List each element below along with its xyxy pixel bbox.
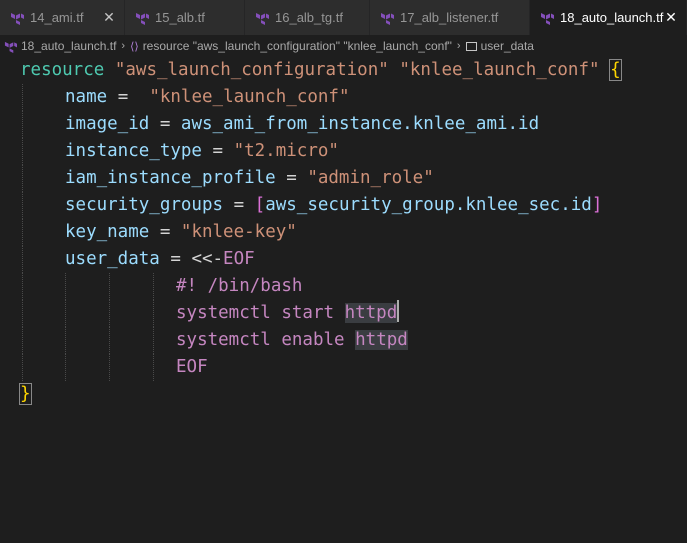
heredoc-operator: <<- bbox=[191, 249, 224, 269]
heredoc-content: #! /bin/bash bbox=[176, 276, 303, 296]
tab-14-ami[interactable]: 14_ami.tf ✕ bbox=[0, 0, 125, 35]
attribute: image_id bbox=[65, 114, 150, 134]
code-line-3: image_id = aws_ami_from_instance.knlee_a… bbox=[0, 111, 687, 138]
code-line-1: resource "aws_launch_configuration" "knl… bbox=[0, 57, 687, 84]
heredoc-end-tag: EOF bbox=[176, 357, 208, 377]
string: "admin_role" bbox=[307, 168, 434, 188]
breadcrumb-property-label: user_data bbox=[480, 39, 534, 53]
highlighted-word: httpd bbox=[355, 330, 408, 350]
code-line-2: name = "knlee_launch_conf" bbox=[0, 84, 687, 111]
keyword: resource bbox=[20, 60, 105, 80]
breadcrumb-file[interactable]: 18_auto_launch.tf bbox=[4, 39, 116, 53]
tab-16-alb-tg[interactable]: 16_alb_tg.tf bbox=[245, 0, 370, 35]
code-line-8: user_data = <<-EOF bbox=[0, 246, 687, 273]
chevron-right-icon: › bbox=[456, 40, 461, 52]
string: "aws_launch_configuration" bbox=[114, 60, 389, 80]
terraform-icon bbox=[11, 12, 24, 25]
code-line-12: EOF bbox=[0, 354, 687, 381]
tab-bar: 14_ami.tf ✕ 15_alb.tf 16_alb_tg.tf 17_al… bbox=[0, 0, 687, 35]
attribute: user_data bbox=[65, 249, 160, 269]
code-line-7: key_name = "knlee-key" bbox=[0, 219, 687, 246]
tab-label: 17_alb_listener.tf bbox=[400, 10, 499, 25]
breadcrumb-property[interactable]: user_data bbox=[465, 39, 534, 53]
attribute: instance_type bbox=[65, 141, 202, 161]
open-bracket: [ bbox=[254, 195, 266, 215]
close-icon[interactable]: ✕ bbox=[102, 9, 116, 26]
attribute: iam_instance_profile bbox=[65, 168, 276, 188]
attribute: key_name bbox=[65, 222, 150, 242]
close-brace: } bbox=[19, 383, 32, 405]
terraform-icon bbox=[136, 12, 149, 25]
highlighted-word: httpd bbox=[344, 303, 398, 323]
string: "knlee-key" bbox=[180, 222, 297, 242]
open-brace: { bbox=[609, 59, 622, 81]
reference: aws_ami_from_instance.knlee_ami.id bbox=[180, 114, 540, 134]
terraform-icon bbox=[541, 12, 554, 25]
terraform-icon bbox=[381, 12, 394, 25]
heredoc-content: systemctl start bbox=[176, 303, 345, 323]
heredoc-content: systemctl enable bbox=[176, 330, 356, 350]
breadcrumb-file-label: 18_auto_launch.tf bbox=[21, 39, 117, 53]
terraform-icon bbox=[4, 41, 17, 53]
chevron-right-icon: › bbox=[121, 40, 126, 52]
code-line-4: instance_type = "t2.micro" bbox=[0, 138, 687, 165]
text-cursor bbox=[397, 300, 400, 322]
property-icon bbox=[465, 41, 477, 51]
code-line-13: } bbox=[0, 381, 687, 408]
code-line-5: iam_instance_profile = "admin_role" bbox=[0, 165, 687, 192]
attribute: security_groups bbox=[65, 195, 224, 215]
close-bracket: ] bbox=[591, 195, 603, 215]
close-icon[interactable]: ✕ bbox=[664, 9, 678, 26]
tab-label: 18_auto_launch.tf bbox=[560, 10, 664, 25]
code-line-6: security_groups = [aws_security_group.kn… bbox=[0, 192, 687, 219]
terraform-icon bbox=[256, 12, 269, 25]
breadcrumb-resource-label: resource "aws_launch_configuration" "knl… bbox=[142, 39, 452, 53]
string: "t2.micro" bbox=[233, 141, 339, 161]
string: "knlee_launch_conf" bbox=[399, 60, 600, 80]
code-line-10: systemctl start httpd bbox=[0, 300, 687, 327]
tab-label: 14_ami.tf bbox=[30, 10, 84, 25]
breadcrumb-resource[interactable]: ⟨⟩ resource "aws_launch_configuration" "… bbox=[130, 39, 452, 53]
code-line-11: systemctl enable httpd bbox=[0, 327, 687, 354]
tab-label: 16_alb_tg.tf bbox=[275, 10, 343, 25]
tab-15-alb[interactable]: 15_alb.tf bbox=[125, 0, 245, 35]
attribute: name bbox=[65, 87, 108, 107]
breadcrumb: 18_auto_launch.tf › ⟨⟩ resource "aws_lau… bbox=[0, 35, 687, 57]
module-icon: ⟨⟩ bbox=[130, 40, 139, 53]
tab-label: 15_alb.tf bbox=[155, 10, 205, 25]
string: "knlee_launch_conf" bbox=[149, 87, 350, 107]
code-editor[interactable]: resource "aws_launch_configuration" "knl… bbox=[0, 57, 687, 415]
code-line-9: #! /bin/bash bbox=[0, 273, 687, 300]
heredoc-tag: EOF bbox=[223, 249, 255, 269]
reference: aws_security_group.knlee_sec.id bbox=[265, 195, 592, 215]
tab-18-auto-launch[interactable]: 18_auto_launch.tf ✕ bbox=[530, 0, 687, 35]
tab-17-alb-listener[interactable]: 17_alb_listener.tf bbox=[370, 0, 530, 35]
